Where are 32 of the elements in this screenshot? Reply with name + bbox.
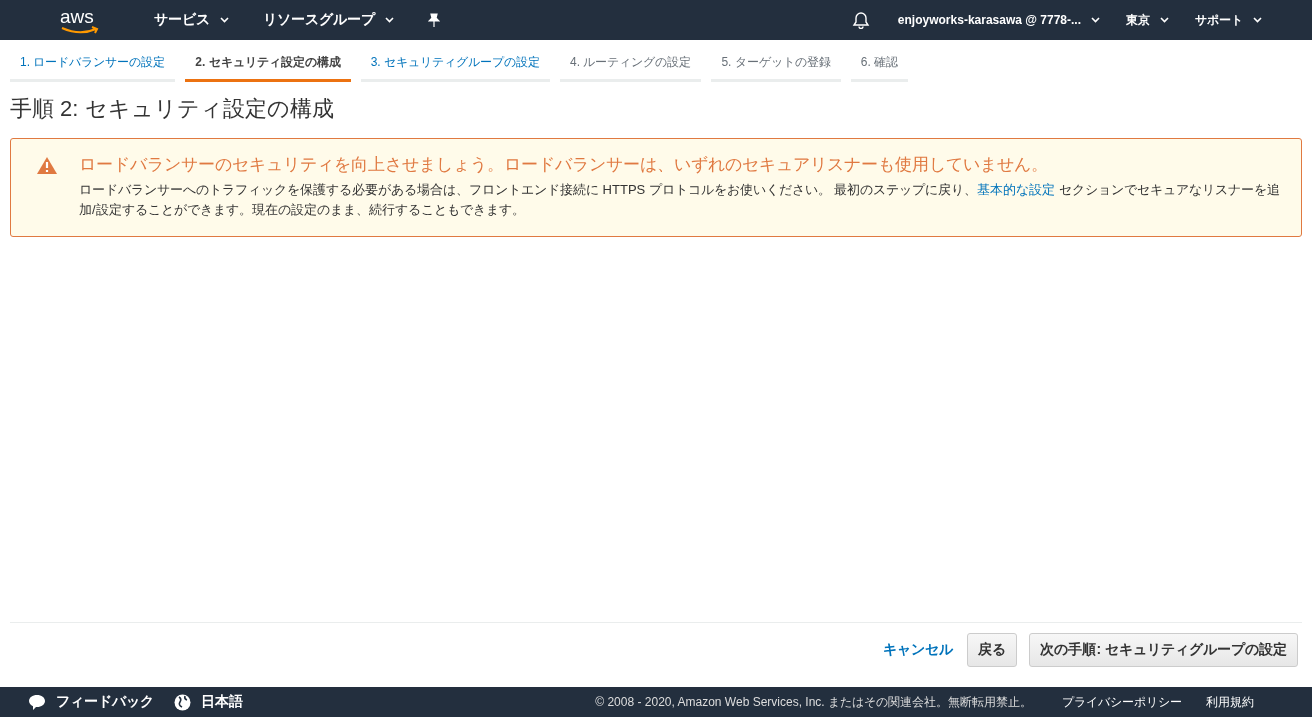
wizard-step-tab[interactable]: 3. セキュリティグループの設定 xyxy=(360,48,551,82)
nav-menu[interactable]: リソースグループ xyxy=(263,11,394,29)
cancel-link[interactable]: キャンセル xyxy=(883,641,954,659)
caret-icon xyxy=(1253,17,1262,23)
privacy-policy-link[interactable]: プライバシーポリシー xyxy=(1062,693,1182,711)
alert-message: ロードバランサーへのトラフィックを保護する必要がある場合は、フロントエンド接続に HTTPS プロトコルをお使いください。 最初のステップに戻り、基本的な設定 セクションでセキュアなリスナーを追加/設定することができます。現在の設定のまま、続行することもできます。 xyxy=(79,181,1281,219)
language-selector[interactable]: 日本語 xyxy=(201,693,243,711)
warning-icon xyxy=(37,157,57,174)
basic-settings-link[interactable]: 基本的な設定 xyxy=(977,182,1056,197)
caret-icon xyxy=(220,17,229,23)
logo-text: aws xyxy=(60,6,94,27)
caret-icon xyxy=(385,17,394,23)
nav-menu[interactable]: サービス xyxy=(154,11,229,29)
wizard-step-tab[interactable]: 2. セキュリティ設定の構成 xyxy=(185,48,351,82)
caret-icon xyxy=(1091,17,1100,23)
bell-icon[interactable] xyxy=(851,11,870,29)
globe-icon[interactable] xyxy=(174,693,191,711)
region-menu[interactable]: 東京 xyxy=(1126,11,1169,29)
pin-icon[interactable] xyxy=(428,13,440,27)
alert-heading: ロードバランサーのセキュリティを向上させましょう。ロードバランサーは、いずれのセキュアリスナーも使用していません。 xyxy=(79,154,1049,176)
speech-bubble-icon[interactable] xyxy=(28,694,46,710)
copyright-text: © 2008 - 2020, Amazon Web Services, Inc. またはその関連会社。無断転用禁止。 xyxy=(595,693,1032,711)
feedback-link[interactable]: フィードバック xyxy=(56,693,154,711)
wizard-step-tab[interactable]: 1. ロードバランサーの設定 xyxy=(10,48,176,82)
support-menu[interactable]: サポート xyxy=(1195,11,1262,29)
next-step-button[interactable]: 次の手順: セキュリティグループの設定 xyxy=(1029,633,1298,667)
account-menu[interactable]: enjoyworks-karasawa @ 7778-... xyxy=(897,13,1100,27)
page-title: 手順 2: セキュリティ設定の構成 xyxy=(10,95,335,123)
terms-link[interactable]: 利用規約 xyxy=(1206,693,1254,711)
smile-arrow-icon xyxy=(60,26,100,34)
caret-icon xyxy=(1160,17,1169,23)
back-button[interactable]: 戻る xyxy=(967,633,1018,667)
